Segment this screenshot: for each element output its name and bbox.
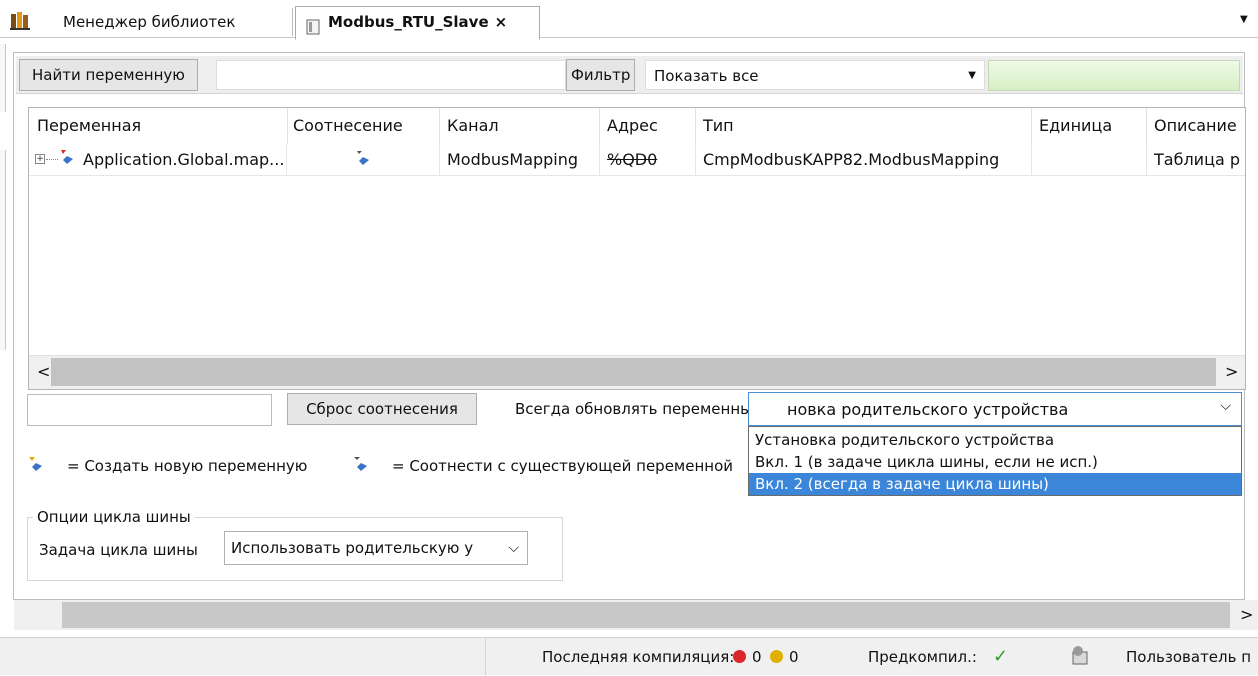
col-divider[interactable] — [695, 108, 696, 144]
cell-address: %QD0 — [607, 150, 658, 169]
cell-variable: Application.Global.map... — [83, 150, 285, 169]
option-enabled-1[interactable]: Вкл. 1 (в задаче цикла шины, если не исп… — [749, 451, 1241, 473]
library-icon — [10, 10, 32, 30]
row-divider — [695, 144, 696, 176]
row-divider — [1031, 144, 1032, 176]
create-variable-icon — [59, 148, 75, 170]
map-existing-icon — [352, 455, 370, 477]
legend-map-text: = Соотнести с существующей переменной — [392, 457, 734, 475]
option-enabled-2[interactable]: Вкл. 2 (всегда в задаче цикла шины) — [749, 473, 1241, 495]
col-type[interactable]: Тип — [703, 116, 734, 135]
col-divider[interactable] — [287, 108, 288, 144]
bus-cycle-task-value: Использовать родительскую у — [231, 539, 474, 557]
panel-h-scrollbar[interactable]: > — [14, 600, 1258, 630]
tab-bar: Менеджер библиотек Modbus_RTU_Slave × ▼ — [0, 0, 1258, 40]
scroll-right-arrow[interactable]: > — [1240, 605, 1253, 624]
find-variable-label: Найти переменную — [32, 66, 185, 84]
precompile-label: Предкомпил.: — [868, 648, 977, 666]
col-mapping[interactable]: Соотнесение — [293, 116, 403, 135]
warning-count[interactable]: 0 — [789, 648, 799, 666]
row-divider — [439, 144, 440, 176]
bus-cycle-task-select[interactable]: Использовать родительскую у ⌵ — [224, 531, 528, 565]
status-divider — [485, 638, 486, 676]
filter-select[interactable]: Показать все ▼ — [645, 60, 985, 90]
error-count[interactable]: 0 — [752, 648, 762, 666]
update-variables-label: Всегда обновлять переменные: — [515, 400, 767, 418]
warning-icon — [770, 650, 783, 663]
col-variable[interactable]: Переменная — [37, 116, 141, 135]
tab-label: Modbus_RTU_Slave — [328, 13, 489, 31]
tab-library-manager[interactable]: Менеджер библиотек — [45, 8, 293, 36]
status-bar: Последняя компиляция: 0 0 Предкомпил.: ✓… — [0, 637, 1258, 676]
map-existing-icon — [355, 149, 371, 171]
filter-button[interactable]: Фильтр — [566, 59, 636, 91]
chevron-down-icon: ▼ — [968, 70, 976, 81]
cell-channel: ModbusMapping — [447, 150, 579, 169]
col-divider[interactable] — [1031, 108, 1032, 144]
chevron-down-icon: ⌵ — [1220, 398, 1231, 414]
scroll-thumb[interactable] — [51, 358, 1216, 386]
row-bottom-border — [29, 175, 1245, 176]
variable-table: Переменная Соотнесение Канал Адрес Тип Е… — [28, 107, 1246, 390]
col-description[interactable]: Описание — [1154, 116, 1237, 135]
find-variable-button[interactable]: Найти переменную — [19, 59, 198, 91]
table-h-scrollbar[interactable]: < > — [29, 355, 1245, 389]
tree-line — [46, 159, 58, 160]
row-divider — [599, 144, 600, 176]
option-parent-setting[interactable]: Установка родительского устройства — [749, 429, 1241, 451]
user-label: Пользователь п — [1126, 648, 1252, 666]
mapping-text-field[interactable] — [27, 394, 272, 426]
cell-type: CmpModbusKAPP82.ModbusMapping — [703, 150, 1000, 169]
reset-mapping-button[interactable]: Сброс соотнесения — [287, 393, 477, 425]
close-icon[interactable]: × — [495, 13, 508, 31]
col-unit[interactable]: Единица — [1039, 116, 1112, 135]
last-compile-label: Последняя компиляция: — [542, 648, 735, 666]
row-divider — [1146, 144, 1147, 176]
filter-value: Показать все — [654, 67, 759, 85]
bus-cycle-group-title: Опции цикла шины — [33, 508, 195, 526]
legend-create-text: = Создать новую переменную — [67, 457, 308, 475]
device-icon — [306, 15, 320, 35]
update-variables-value: новка родительского устройства — [787, 400, 1069, 419]
user-settings-icon[interactable] — [1070, 644, 1090, 670]
scroll-thumb[interactable] — [62, 602, 1230, 628]
reset-mapping-label: Сброс соотнесения — [306, 400, 458, 418]
col-divider[interactable] — [599, 108, 600, 144]
col-channel[interactable]: Канал — [447, 116, 499, 135]
table-row[interactable]: + Application.Global.map... ModbusMappin… — [29, 144, 1245, 176]
tab-label: Менеджер библиотек — [63, 13, 236, 31]
find-variable-input[interactable] — [216, 60, 566, 90]
row-divider — [286, 144, 287, 176]
cell-description: Таблица р — [1154, 150, 1241, 169]
table-header: Переменная Соотнесение Канал Адрес Тип Е… — [29, 108, 1245, 144]
filter-status-bar — [988, 60, 1240, 91]
chevron-down-icon: ⌵ — [508, 540, 519, 556]
left-splitter[interactable] — [0, 44, 6, 112]
filter-label: Фильтр — [571, 66, 631, 84]
col-divider[interactable] — [1146, 108, 1147, 144]
update-variables-options: Установка родительского устройства Вкл. … — [748, 426, 1242, 496]
scroll-right-arrow[interactable]: > — [1225, 362, 1238, 381]
create-variable-icon — [27, 455, 45, 477]
scroll-left-arrow[interactable]: < — [37, 362, 50, 381]
precompile-ok-icon: ✓ — [993, 646, 1009, 667]
col-address[interactable]: Адрес — [607, 116, 658, 135]
tab-modbus-rtu-slave[interactable]: Modbus_RTU_Slave × — [295, 6, 540, 40]
left-splitter-2[interactable] — [0, 150, 6, 350]
tab-list-dropdown-icon[interactable]: ▼ — [1240, 14, 1248, 25]
col-divider[interactable] — [439, 108, 440, 144]
error-icon — [733, 650, 746, 663]
bus-cycle-task-label: Задача цикла шины — [39, 541, 198, 559]
update-variables-select[interactable]: новка родительского устройства ⌵ — [748, 392, 1242, 426]
expand-icon[interactable]: + — [35, 154, 45, 164]
